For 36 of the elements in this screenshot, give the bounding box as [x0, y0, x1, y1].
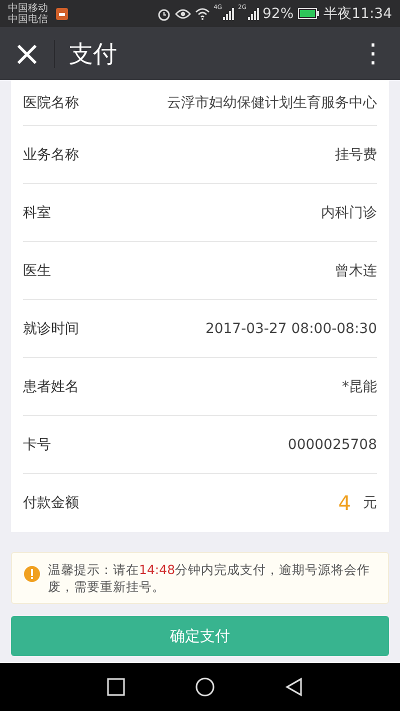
field-value: 0000025708	[288, 436, 377, 452]
field-label: 医生	[23, 262, 52, 280]
field-label: 业务名称	[23, 146, 80, 164]
clock: 半夜11:34	[324, 4, 392, 22]
field-value: 挂号费	[335, 146, 377, 164]
field-value: *昆能	[342, 378, 377, 396]
alarm-icon	[156, 6, 171, 20]
notification-icon	[56, 8, 68, 20]
signal-icon	[248, 8, 259, 20]
field-value: 2017-03-27 08:00-08:30	[205, 320, 377, 336]
field-value: 云浮市妇幼保健计划生育服务中心	[167, 94, 377, 112]
amount-value: 4	[338, 491, 351, 515]
battery-icon	[298, 8, 320, 19]
recents-icon[interactable]	[107, 678, 125, 696]
field-label: 医院名称	[23, 94, 80, 112]
warning-icon	[24, 566, 40, 582]
field-label: 卡号	[23, 436, 52, 454]
field-value: 曾木连	[335, 262, 377, 280]
carrier-name: 中国移动	[8, 2, 48, 14]
field-label: 付款金额	[23, 494, 80, 512]
carrier-name: 中国电信	[8, 14, 48, 24]
close-button[interactable]: ×	[0, 36, 54, 70]
wifi-icon	[194, 8, 210, 20]
field-label: 患者姓名	[23, 378, 80, 396]
notice-text: 温馨提示：请在14:48分钟内完成支付，逾期号源将会作废，需要重新挂号。	[48, 561, 372, 595]
signal-icon	[223, 8, 234, 20]
currency-unit: 元	[363, 494, 377, 512]
eye-icon	[174, 8, 191, 20]
field-value: 内科门诊	[321, 204, 377, 222]
back-icon[interactable]	[285, 677, 303, 697]
field-label: 就诊时间	[23, 320, 80, 338]
page-title: 支付	[69, 38, 117, 70]
menu-button[interactable]: ⋮	[358, 38, 388, 68]
field-label: 科室	[23, 204, 52, 222]
battery-percent: 92%	[262, 6, 294, 22]
home-icon[interactable]	[195, 677, 215, 697]
